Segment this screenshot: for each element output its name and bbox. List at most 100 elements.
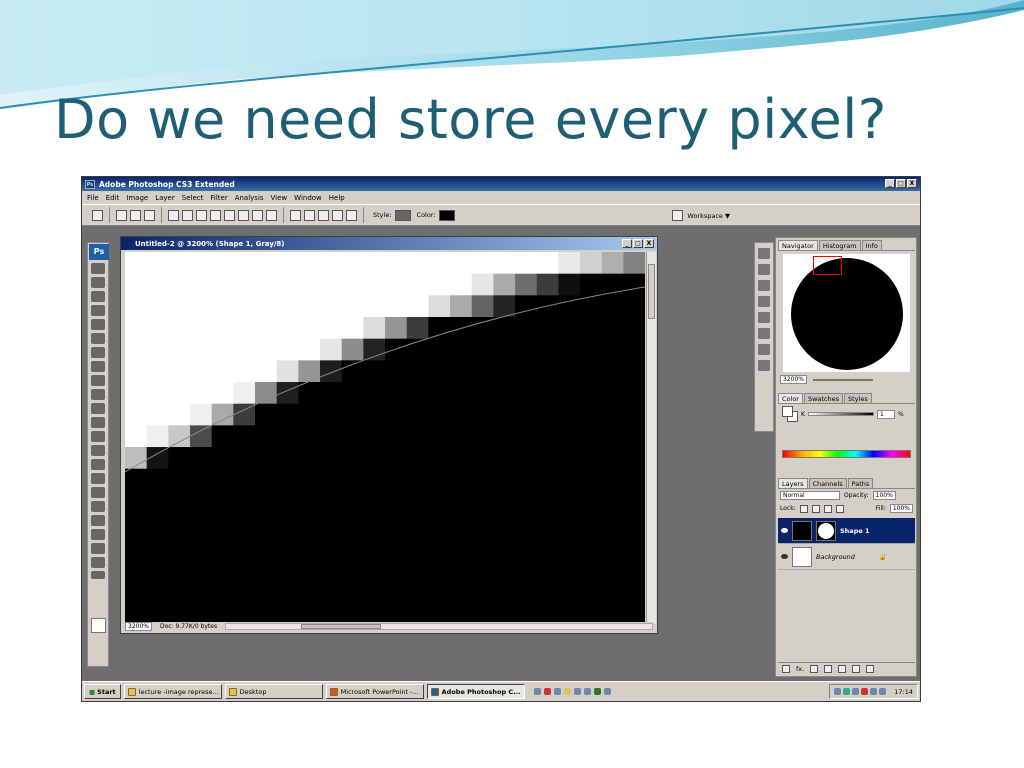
tray-icon[interactable] [870, 688, 878, 695]
zoom-tool-icon[interactable] [91, 557, 105, 568]
layer-row-background[interactable]: Background 🔒 [778, 544, 915, 570]
taskbar-item-powerpoint[interactable]: Microsoft PowerPoint -... [325, 684, 424, 699]
quick-launch-icon[interactable] [603, 688, 611, 695]
lock-image-icon[interactable] [811, 504, 820, 513]
color-swatch[interactable] [438, 209, 455, 221]
history-icon[interactable] [758, 248, 770, 259]
view-box[interactable] [813, 256, 842, 275]
magic-wand-tool-icon[interactable] [91, 305, 105, 316]
link-layers-icon[interactable] [782, 664, 790, 673]
menu-image[interactable]: Image [126, 194, 148, 202]
tool-presets-icon[interactable] [758, 280, 770, 291]
blur-tool-icon[interactable] [91, 431, 105, 442]
zoom-field[interactable]: 3200% [125, 622, 152, 631]
tray-icon[interactable] [834, 688, 842, 695]
default-colors-icon[interactable] [91, 571, 105, 579]
workspace-switcher[interactable]: Workspace ▼ [672, 210, 730, 221]
tab-histogram[interactable]: Histogram [818, 240, 861, 250]
tab-styles[interactable]: Styles [844, 393, 872, 403]
tray-icon[interactable] [879, 688, 887, 695]
menu-file[interactable]: File [87, 194, 99, 202]
rounded-rectangle-button[interactable] [210, 209, 221, 221]
fill-field[interactable]: 100% [889, 504, 913, 513]
quick-launch-icon[interactable] [573, 688, 581, 695]
tool-preset-picker[interactable] [92, 209, 103, 221]
brushes-icon[interactable] [758, 312, 770, 323]
lock-transparency-icon[interactable] [799, 504, 808, 513]
new-layer-icon[interactable] [852, 664, 861, 673]
subtract-shape-area-button[interactable] [318, 209, 329, 221]
k-slider[interactable] [807, 412, 874, 416]
pen-tool-button[interactable] [168, 209, 179, 221]
fg-bg-swatch[interactable] [782, 406, 798, 422]
layer-comps-icon[interactable] [758, 360, 770, 371]
slice-tool-icon[interactable] [91, 333, 105, 344]
tab-layers[interactable]: Layers [778, 478, 808, 488]
k-value-field[interactable]: 1 [876, 409, 895, 419]
polygon-shape-button[interactable] [238, 209, 249, 221]
dodge-tool-icon[interactable] [91, 445, 105, 456]
notes-tool-icon[interactable] [91, 515, 105, 526]
line-shape-button[interactable] [252, 209, 263, 221]
menu-window[interactable]: Window [294, 194, 322, 202]
doc-minimize-button[interactable]: _ [622, 239, 632, 248]
tray-icon[interactable] [852, 688, 860, 695]
menu-layer[interactable]: Layer [155, 194, 175, 202]
fill-pixels-button[interactable] [144, 209, 155, 221]
lock-all-icon[interactable] [835, 504, 844, 513]
healing-brush-icon[interactable] [91, 347, 105, 358]
move-tool-icon[interactable] [91, 263, 105, 274]
maximize-button[interactable]: □ [896, 179, 906, 188]
color-ramp[interactable] [782, 450, 911, 458]
lock-position-icon[interactable] [823, 504, 832, 513]
horizontal-scroll-thumb[interactable] [301, 624, 382, 629]
new-shape-area-button[interactable] [290, 209, 301, 221]
character-icon[interactable] [758, 328, 770, 339]
menu-help[interactable]: Help [329, 194, 345, 202]
doc-maximize-button[interactable]: □ [633, 239, 643, 248]
custom-shape-button[interactable] [266, 209, 277, 221]
quick-launch-icon[interactable] [553, 688, 561, 695]
taskbar-item-photoshop[interactable]: Adobe Photoshop C... [426, 684, 525, 699]
intersect-shape-area-button[interactable] [332, 209, 343, 221]
horizontal-scrollbar[interactable] [225, 623, 653, 630]
ellipse-shape-button[interactable] [224, 209, 235, 221]
add-style-icon[interactable]: fx. [796, 665, 804, 673]
paths-button[interactable] [130, 209, 141, 221]
actions-icon[interactable] [758, 264, 770, 275]
paragraph-icon[interactable] [758, 344, 770, 355]
exclude-shape-area-button[interactable] [346, 209, 357, 221]
quick-launch-icon[interactable] [563, 688, 571, 695]
style-picker[interactable] [394, 209, 411, 221]
crop-tool-icon[interactable] [91, 319, 105, 330]
menu-view[interactable]: View [271, 194, 288, 202]
close-button[interactable]: X [907, 179, 917, 188]
tray-icon[interactable] [843, 688, 851, 695]
new-group-icon[interactable] [838, 664, 847, 673]
quick-launch-icon[interactable] [533, 688, 541, 695]
start-button[interactable]: ■ Start [84, 684, 121, 699]
freeform-pen-button[interactable] [182, 209, 193, 221]
type-tool-icon[interactable] [91, 473, 105, 484]
marquee-tool-icon[interactable] [91, 277, 105, 288]
doc-close-button[interactable]: X [644, 239, 654, 248]
eraser-tool-icon[interactable] [91, 403, 105, 414]
menu-analysis[interactable]: Analysis [235, 194, 264, 202]
gradient-tool-icon[interactable] [91, 417, 105, 428]
menu-filter[interactable]: Filter [210, 194, 227, 202]
quick-launch-icon[interactable] [593, 688, 601, 695]
shape-layers-button[interactable] [116, 209, 127, 221]
tab-info[interactable]: Info [861, 240, 882, 250]
path-selection-icon[interactable] [91, 487, 105, 498]
rectangle-shape-button[interactable] [196, 209, 207, 221]
add-mask-icon[interactable] [810, 664, 819, 673]
hand-tool-icon[interactable] [91, 543, 105, 554]
foreground-color-swatch[interactable] [91, 618, 106, 633]
document-canvas[interactable] [125, 252, 645, 624]
tab-paths[interactable]: Paths [847, 478, 874, 488]
eye-icon[interactable] [781, 528, 788, 533]
menu-edit[interactable]: Edit [106, 194, 120, 202]
menu-select[interactable]: Select [182, 194, 204, 202]
clone-source-icon[interactable] [758, 296, 770, 307]
tab-navigator[interactable]: Navigator [778, 240, 818, 250]
